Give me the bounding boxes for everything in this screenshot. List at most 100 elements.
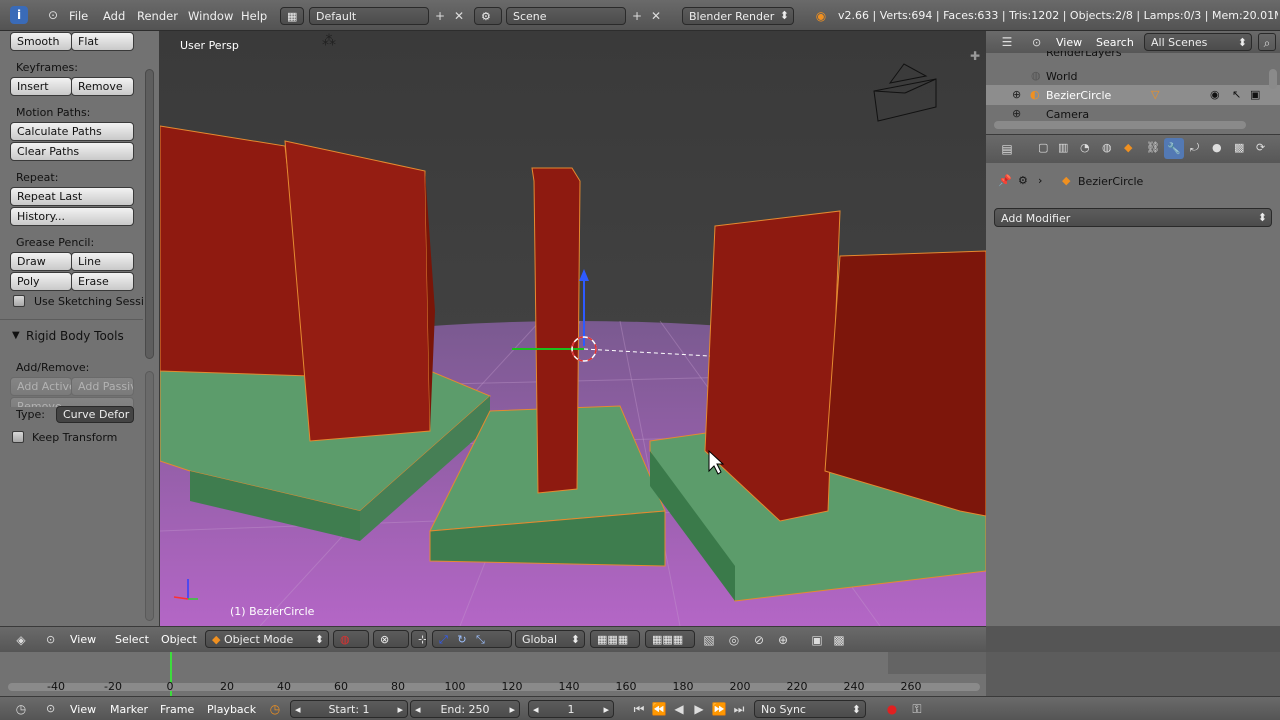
- jump-keyframe-back-icon[interactable]: ⏪: [650, 700, 668, 718]
- outliner-search-icon[interactable]: ⌕: [1258, 33, 1276, 51]
- scene-tab-icon[interactable]: ◔: [1080, 141, 1090, 154]
- outliner-row-world[interactable]: ◍ World: [986, 66, 1280, 86]
- jump-start-icon[interactable]: ⏮: [630, 700, 648, 718]
- outliner-row-beziercircle[interactable]: ⊕ ◐ BezierCircle ▽ ◉ ↖ ▣: [986, 85, 1280, 105]
- timeline-playback-menu[interactable]: Playback: [207, 703, 256, 716]
- play-icon[interactable]: ▶: [690, 700, 708, 718]
- outliner-row-renderlayers[interactable]: RenderLayers: [986, 51, 1280, 63]
- outliner-display-select[interactable]: All Scenes ⬍: [1144, 33, 1252, 51]
- pivot-select[interactable]: ⊗: [373, 630, 409, 648]
- renderable-camera-icon[interactable]: ▣: [1250, 88, 1260, 101]
- timeline-frame-menu[interactable]: Frame: [160, 703, 194, 716]
- timeline-collapse-icon[interactable]: ⊙: [46, 702, 55, 715]
- history-button[interactable]: History...: [10, 207, 134, 226]
- jump-end-icon[interactable]: ⏭: [730, 700, 748, 718]
- outliner-collapse-icon[interactable]: ⊙: [1032, 36, 1041, 49]
- remove-layout-icon[interactable]: ✕: [450, 7, 468, 25]
- sync-select[interactable]: No Sync ⬍: [754, 700, 866, 718]
- orientation-select[interactable]: Global ⬍: [515, 630, 585, 648]
- menu-add[interactable]: Add: [103, 9, 125, 23]
- end-frame-field[interactable]: ◂ End: 250 ▸: [410, 700, 520, 718]
- outliner-row-camera[interactable]: ⊕ Camera: [986, 105, 1280, 119]
- render-engine-select[interactable]: Blender Render ⬍: [682, 7, 794, 25]
- tool-shelf-scrollbar[interactable]: [145, 69, 154, 359]
- collapse-triangle-icon[interactable]: ▼: [12, 330, 20, 341]
- opengl-render-icon[interactable]: ▣: [808, 631, 826, 649]
- gp-erase-button[interactable]: Erase: [71, 272, 134, 291]
- add-active-button[interactable]: Add Active: [10, 377, 72, 396]
- render-tab-icon[interactable]: ▢: [1038, 141, 1048, 154]
- menu-window[interactable]: Window: [188, 9, 233, 23]
- type-select[interactable]: Curve Defor: [56, 406, 134, 423]
- gp-draw-button[interactable]: Draw: [10, 252, 72, 271]
- manipulator-toggle[interactable]: ⊹: [411, 630, 427, 648]
- selectable-cursor-icon[interactable]: ↖: [1232, 88, 1241, 101]
- remove-keyframe-button[interactable]: Remove: [71, 77, 134, 96]
- modifiers-tab-icon[interactable]: 🔧: [1164, 138, 1184, 159]
- calculate-paths-button[interactable]: Calculate Paths: [10, 122, 134, 141]
- texture-tab-icon[interactable]: ▩: [1234, 141, 1244, 154]
- timeline-marker-menu[interactable]: Marker: [110, 703, 148, 716]
- flat-button[interactable]: Flat: [71, 32, 134, 51]
- data-tab-icon[interactable]: ⤾: [1190, 141, 1199, 155]
- smooth-button[interactable]: Smooth: [10, 32, 72, 51]
- world-tab-icon[interactable]: ◍: [1102, 141, 1112, 154]
- rigid-body-tools-header[interactable]: Rigid Body Tools: [26, 329, 124, 343]
- menu-render[interactable]: Render: [137, 9, 178, 23]
- keep-transform-checkbox[interactable]: [12, 431, 24, 443]
- header-collapse-icon[interactable]: ⊙: [46, 633, 55, 646]
- scene-field[interactable]: Scene: [506, 7, 626, 25]
- snap-icon[interactable]: ⊘: [750, 631, 768, 649]
- outliner-search-menu[interactable]: Search: [1096, 36, 1134, 49]
- expand-icon[interactable]: ⊕: [1012, 88, 1021, 101]
- clear-paths-button[interactable]: Clear Paths: [10, 142, 134, 161]
- shading-select[interactable]: ◍: [333, 630, 369, 648]
- layers-tab-icon[interactable]: ▥: [1058, 141, 1068, 154]
- menu-help[interactable]: Help: [241, 9, 267, 23]
- layers-grid-2[interactable]: ▦▦▦: [645, 630, 695, 648]
- add-layout-icon[interactable]: +: [431, 7, 449, 25]
- insert-keyframe-button[interactable]: Insert: [10, 77, 72, 96]
- layout-browse-icon[interactable]: ▦: [280, 7, 304, 25]
- scene-browse-icon[interactable]: ⚙: [474, 7, 502, 25]
- add-passive-button[interactable]: Add Passiv: [71, 377, 134, 396]
- view-menu[interactable]: View: [70, 633, 96, 646]
- record-icon[interactable]: ●: [883, 700, 901, 718]
- add-scene-icon[interactable]: +: [628, 7, 646, 25]
- start-frame-field[interactable]: ◂ Start: 1 ▸: [290, 700, 408, 718]
- constraints-tab-icon[interactable]: ⛓: [1146, 141, 1160, 154]
- area-split-icon[interactable]: ✚: [970, 49, 980, 63]
- physics-tab-icon[interactable]: ⟳: [1256, 141, 1265, 154]
- visibility-eye-icon[interactable]: ◉: [1210, 88, 1220, 101]
- properties-editor-icon[interactable]: ▤: [998, 140, 1016, 158]
- manipulator-modes[interactable]: ⤢ ↻ ⤡: [432, 630, 512, 648]
- select-menu[interactable]: Select: [115, 633, 149, 646]
- lock-camera-icon[interactable]: ▧: [700, 631, 718, 649]
- mode-select[interactable]: ◆ Object Mode ⬍: [205, 630, 329, 648]
- opengl-anim-icon[interactable]: ▩: [830, 631, 848, 649]
- gp-line-button[interactable]: Line: [71, 252, 134, 271]
- timeline-view-menu[interactable]: View: [70, 703, 96, 716]
- object-menu[interactable]: Object: [161, 633, 197, 646]
- keying-set-icon[interactable]: ⚿: [908, 700, 926, 718]
- play-reverse-icon[interactable]: ◀: [670, 700, 688, 718]
- collapse-menus-icon[interactable]: ⊙: [44, 6, 62, 24]
- timeline-editor-icon[interactable]: ◷: [12, 700, 30, 718]
- snap-target-icon[interactable]: ⊕: [774, 631, 792, 649]
- current-frame-field[interactable]: ◂ 1 ▸: [528, 700, 614, 718]
- object-tab-icon[interactable]: ◆: [1124, 141, 1132, 154]
- menu-file[interactable]: File: [69, 9, 88, 23]
- tool-shelf-scroll-track[interactable]: [145, 371, 154, 621]
- outliner-editor-icon[interactable]: ☰: [998, 33, 1016, 51]
- preview-range-icon[interactable]: ◷: [266, 700, 284, 718]
- layers-grid-1[interactable]: ▦▦▦: [590, 630, 640, 648]
- 3d-viewport[interactable]: User Persp (1) BezierCircle ⁂ ✚: [160, 31, 986, 626]
- outliner-view-menu[interactable]: View: [1056, 36, 1082, 49]
- jump-keyframe-forward-icon[interactable]: ⏩: [710, 700, 728, 718]
- repeat-last-button[interactable]: Repeat Last: [10, 187, 134, 206]
- expand-icon[interactable]: ⊕: [1012, 107, 1021, 119]
- outliner-h-scrollbar[interactable]: [994, 121, 1246, 129]
- material-tab-icon[interactable]: ●: [1212, 141, 1222, 154]
- use-sketching-checkbox[interactable]: [13, 295, 25, 307]
- proportional-edit-icon[interactable]: ◎: [725, 631, 743, 649]
